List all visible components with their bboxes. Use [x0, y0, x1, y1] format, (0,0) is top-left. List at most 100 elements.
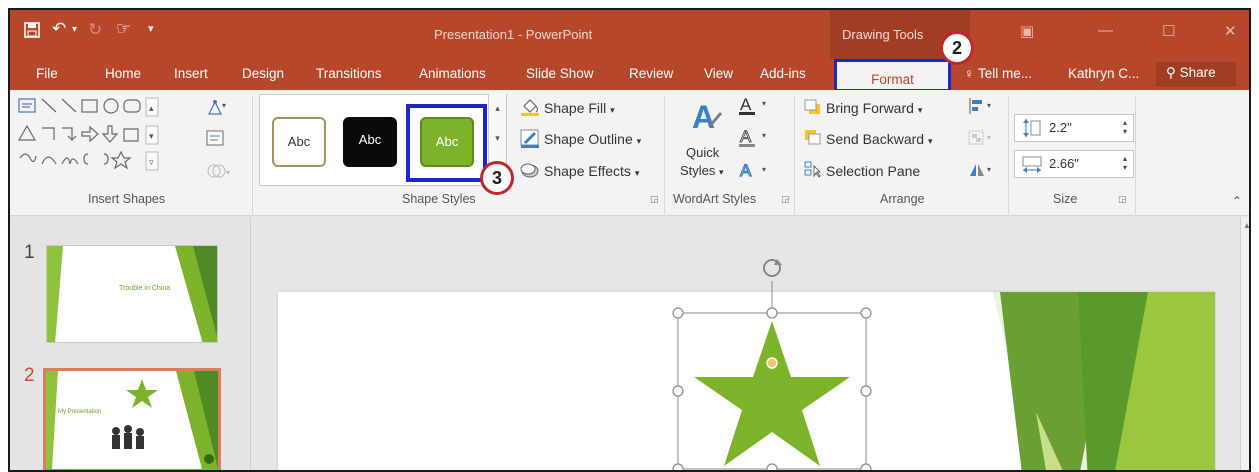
undo-dropdown-icon[interactable]: ▾: [72, 24, 77, 35]
text-outline-icon[interactable]: A ▾: [738, 126, 774, 153]
svg-text:▴: ▴: [149, 104, 154, 114]
user-account[interactable]: Kathryn C...: [1068, 66, 1139, 81]
wordart-styles-label: WordArt Styles: [673, 192, 757, 206]
edit-shape-icon[interactable]: ▾: [206, 98, 230, 121]
bring-forward-label: Bring Forward: [826, 100, 914, 116]
shape-outline-button[interactable]: Shape Outline ▾: [544, 131, 641, 147]
person-icon: ⚲: [1166, 65, 1176, 80]
text-fill-icon[interactable]: A ▾: [738, 94, 774, 121]
collapse-ribbon-icon[interactable]: ⌃: [1232, 194, 1242, 208]
ribbon-display-icon[interactable]: ▣: [1020, 22, 1034, 40]
style-selection-highlight: [406, 104, 487, 182]
ribbon-tabs: File Home Insert Design Transitions Anim…: [10, 59, 1249, 90]
chevron-down-icon: ▾: [610, 105, 615, 115]
thumbnail-title: Trouble in China: [119, 285, 171, 292]
tab-insert[interactable]: Insert: [174, 66, 208, 81]
undo-icon[interactable]: ↶: [52, 19, 66, 39]
shape-width-input[interactable]: 2.66" ▴ ▾: [1014, 150, 1134, 178]
shape-gallery[interactable]: ▴ ▾ ▿: [16, 96, 186, 182]
arrange-label: Arrange: [880, 192, 925, 206]
dialog-launcher-icon[interactable]: ◲: [1118, 194, 1127, 205]
separator: [664, 96, 665, 214]
shape-styles-label: Shape Styles: [402, 192, 476, 206]
save-icon[interactable]: [24, 22, 40, 43]
style-option-1[interactable]: Abc: [272, 117, 326, 167]
share-label: Share: [1179, 65, 1216, 80]
spinner-arrows-icon[interactable]: ▴ ▾: [1123, 118, 1127, 136]
slide-number: 1: [24, 242, 35, 263]
chevron-down-icon: ▾: [917, 105, 923, 115]
text-box-icon[interactable]: [206, 130, 226, 151]
svg-text:▾: ▾: [762, 131, 766, 140]
svg-text:▾: ▾: [987, 133, 991, 142]
customize-qat-icon[interactable]: ▾: [148, 22, 154, 35]
send-backward-button[interactable]: Send Backward ▾: [826, 131, 932, 147]
width-value: 2.66": [1049, 156, 1079, 171]
spinner-arrows-icon[interactable]: ▴ ▾: [1123, 154, 1127, 172]
maximize-icon[interactable]: ☐: [1162, 22, 1175, 40]
svg-text:A: A: [740, 161, 752, 180]
text-effects-icon[interactable]: A ▾: [738, 158, 774, 185]
slide-thumbnail-1[interactable]: Trouble in China: [46, 245, 218, 343]
send-backward-label: Send Backward: [826, 131, 925, 147]
dialog-launcher-icon[interactable]: ◲: [781, 194, 790, 205]
tab-transitions[interactable]: Transitions: [316, 66, 382, 81]
tell-me-search[interactable]: Tell me...: [978, 66, 1032, 81]
height-value: 2.2": [1049, 120, 1072, 135]
send-backward-icon: [803, 128, 823, 149]
shape-outline-label: Shape Outline: [544, 131, 633, 147]
touch-mode-icon[interactable]: ☞: [116, 19, 131, 39]
bring-forward-icon: [803, 98, 823, 119]
tab-slideshow[interactable]: Slide Show: [526, 66, 594, 81]
quick-styles-line1: Quick: [686, 145, 720, 160]
svg-text:▾: ▾: [222, 101, 226, 110]
shape-effects-button[interactable]: Shape Effects ▾: [544, 163, 639, 179]
tab-format[interactable]: Format: [834, 59, 951, 92]
chevron-down-icon: ▾: [634, 168, 640, 178]
shape-effects-icon: [519, 160, 541, 183]
chevron-down-icon: ▾: [636, 136, 642, 146]
shape-fill-label: Shape Fill: [544, 100, 607, 116]
vertical-scrollbar[interactable]: ▲: [1240, 217, 1249, 470]
gallery-scroll-up[interactable]: ▴: [488, 94, 506, 124]
chevron-down-icon: ▾: [719, 167, 724, 177]
tab-home[interactable]: Home: [105, 66, 141, 81]
pencil-icon: [519, 128, 541, 151]
tab-addins[interactable]: Add-ins: [760, 66, 806, 81]
rotate-handle-icon[interactable]: [763, 259, 782, 277]
rotate-icon[interactable]: ▾: [967, 160, 997, 183]
quick-styles-icon[interactable]: A: [690, 98, 724, 141]
svg-text:▾: ▾: [226, 168, 230, 177]
quick-styles-button[interactable]: Styles ▾: [680, 163, 724, 178]
svg-text:▾: ▾: [762, 165, 766, 174]
close-icon[interactable]: ✕: [1224, 22, 1237, 40]
gallery-scroll-down[interactable]: ▾: [488, 124, 506, 154]
align-icon[interactable]: ▾: [967, 96, 997, 119]
scroll-up-icon[interactable]: ▲: [1243, 221, 1249, 230]
shape-fill-button[interactable]: Shape Fill ▾: [544, 100, 615, 116]
selection-pane-label: Selection Pane: [826, 163, 921, 179]
drawing-tools-label: Drawing Tools: [842, 27, 924, 42]
tab-animations[interactable]: Animations: [419, 66, 486, 81]
group-icon: ▾: [967, 128, 997, 151]
slide-thumbnail-pane: 1 Trouble in China 2 My Presentation: [10, 217, 251, 470]
minimize-icon[interactable]: —: [1098, 22, 1113, 39]
ribbon: ▴ ▾ ▿ ▾ ▾ Insert Shapes Abc Abc Abc ▴ ▾ …: [10, 90, 1249, 216]
slide-thumbnail-2[interactable]: My Presentation: [43, 368, 221, 470]
tab-review[interactable]: Review: [629, 66, 673, 81]
selected-star-shape[interactable]: [664, 255, 884, 470]
tab-view[interactable]: View: [704, 66, 733, 81]
svg-text:▾: ▾: [987, 101, 991, 110]
tab-design[interactable]: Design: [242, 66, 284, 81]
style-option-2[interactable]: Abc: [343, 117, 397, 167]
height-icon: [1021, 118, 1043, 141]
separator: [1008, 96, 1009, 214]
quick-styles-line2: Styles: [680, 163, 716, 178]
tab-file[interactable]: File: [36, 66, 58, 81]
selection-pane-button[interactable]: Selection Pane: [826, 163, 920, 179]
slide-number: 2: [24, 365, 35, 386]
share-button[interactable]: ⚲ Share: [1156, 62, 1236, 87]
bring-forward-button[interactable]: Bring Forward ▾: [826, 100, 922, 116]
dialog-launcher-icon[interactable]: ◲: [650, 194, 659, 205]
shape-height-input[interactable]: 2.2" ▴ ▾: [1014, 114, 1134, 142]
